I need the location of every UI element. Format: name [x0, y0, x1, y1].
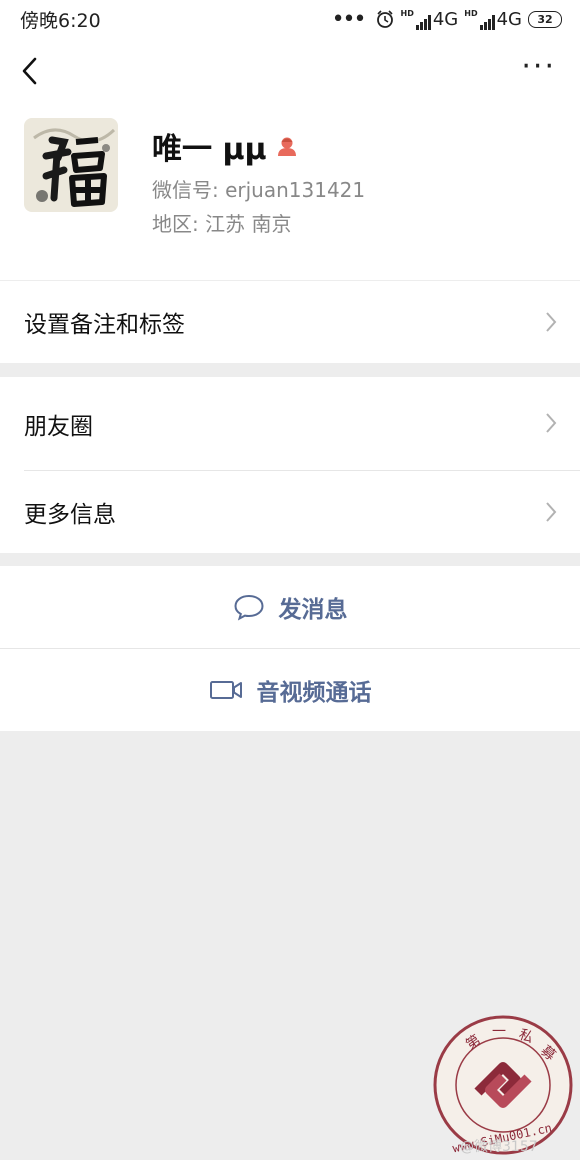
more-options-icon[interactable]: ···	[521, 52, 556, 82]
video-camera-icon	[209, 681, 242, 699]
chevron-right-icon	[546, 312, 557, 332]
hd-1-label: HD	[400, 8, 414, 18]
signal-2-icon	[479, 14, 495, 30]
top-nav-bar: ···	[0, 38, 580, 104]
simu001-watermark-logo: 第 一 私 募 www.SiMu001.cn	[433, 1015, 573, 1155]
status-icons: ••• HD 4G HD 4G 32	[332, 7, 562, 32]
moments-label: 朋友圈	[24, 413, 93, 440]
network-1-label: 4G	[432, 8, 459, 30]
set-remark-tags-row[interactable]: 设置备注和标签	[0, 281, 580, 363]
status-bar: 傍晚6:20 ••• HD 4G HD 4G 32	[0, 0, 580, 38]
status-time: 傍晚6:20	[20, 9, 101, 32]
back-icon[interactable]	[18, 56, 44, 86]
network-2-label: 4G	[496, 8, 522, 30]
fu-calligraphy-avatar-image	[24, 118, 118, 212]
chevron-right-icon	[546, 413, 557, 433]
set-remark-tags-label: 设置备注和标签	[24, 312, 185, 338]
female-gender-icon	[277, 137, 296, 156]
avatar[interactable]	[24, 118, 118, 212]
battery-icon: 32	[528, 10, 562, 28]
chat-bubble-icon	[233, 594, 264, 621]
nickname: 唯一 μμ	[152, 132, 267, 167]
send-message-button[interactable]: 发消息	[0, 566, 580, 648]
moments-row[interactable]: 朋友圈	[0, 377, 580, 470]
weibo-handle-watermark: @微博3157	[460, 1139, 538, 1155]
region: 地区: 江苏 南京	[152, 212, 292, 236]
battery-level: 32	[537, 12, 553, 26]
video-call-button[interactable]: 音视频通话	[0, 649, 580, 731]
svg-text:一: 一	[492, 1024, 506, 1040]
more-notifications-icon: •••	[331, 6, 367, 32]
info-section: 朋友圈 更多信息	[0, 377, 580, 553]
actions-section: 发消息 音视频通话	[0, 566, 580, 731]
send-message-label: 发消息	[278, 597, 348, 623]
wechat-id: 微信号: erjuan131421	[152, 178, 366, 202]
remark-section: 设置备注和标签	[0, 281, 580, 363]
more-info-row[interactable]: 更多信息	[0, 471, 580, 553]
hd-2-label: HD	[464, 8, 478, 18]
alarm-icon	[376, 10, 393, 28]
profile-header: 唯一 μμ 微信号: erjuan131421 地区: 江苏 南京	[0, 104, 580, 280]
more-info-label: 更多信息	[24, 502, 116, 528]
chevron-right-icon	[546, 502, 557, 522]
nickname-row: 唯一 μμ	[152, 124, 299, 168]
signal-1-icon	[415, 14, 431, 30]
video-call-label: 音视频通话	[256, 680, 372, 706]
